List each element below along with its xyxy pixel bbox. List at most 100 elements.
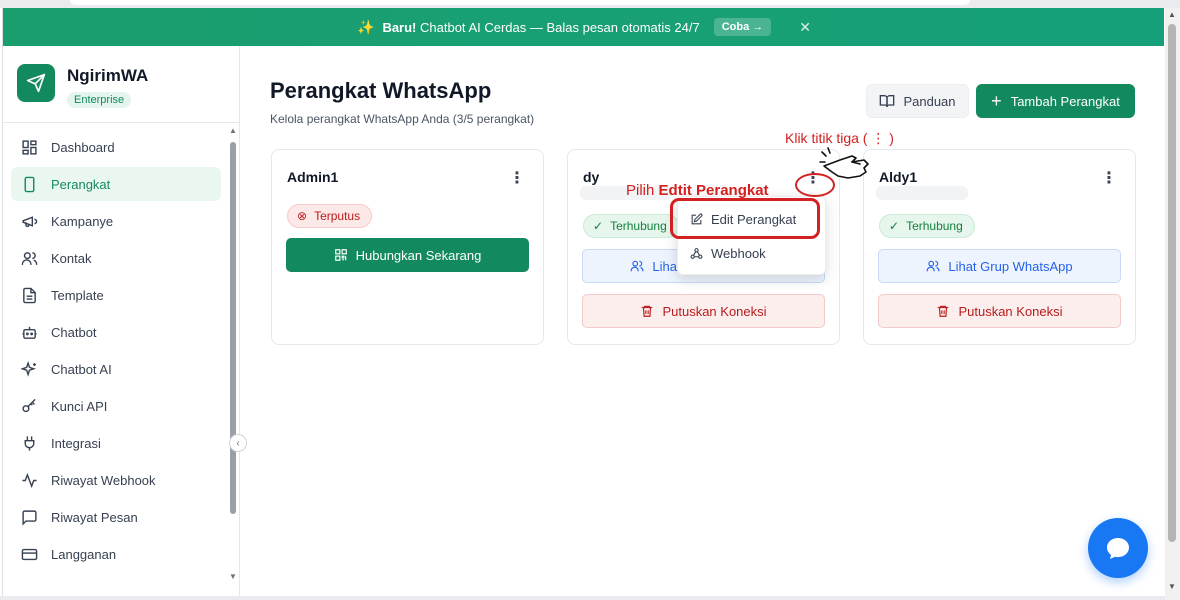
scroll-down-icon[interactable]: ▼: [229, 572, 237, 581]
menu-item-webhook[interactable]: Webhook: [678, 237, 827, 269]
trash-icon: [642, 305, 653, 317]
connect-now-label: Hubungkan Sekarang: [355, 247, 482, 263]
sparkles-icon: [21, 360, 36, 377]
kebab-menu-icon[interactable]: ⋮: [509, 168, 525, 188]
disconnect-button[interactable]: Putuskan Koneksi: [878, 294, 1121, 328]
message-square-icon: [22, 509, 37, 526]
sidebar-item-riwayat-pesan[interactable]: Riwayat Pesan: [11, 500, 221, 534]
brand-name: NgirimWA: [67, 66, 149, 85]
file-icon: [23, 287, 36, 303]
status-label: Terhubung: [906, 219, 963, 233]
sidebar-item-kampanye[interactable]: Kampanye: [11, 204, 221, 238]
sidebar-item-label: Dashboard: [51, 139, 115, 155]
sidebar-item-label: Riwayat Webhook: [51, 472, 156, 488]
add-device-label: Tambah Perangkat: [1010, 93, 1120, 109]
status-badge: ✓ Terhubung: [879, 214, 975, 238]
smartphone-icon: [24, 176, 35, 192]
device-name: Admin1: [287, 169, 339, 185]
device-name: Aldy1: [879, 169, 918, 185]
sidebar-item-riwayat-webhook[interactable]: Riwayat Webhook: [11, 463, 221, 497]
sidebar-item-chatbot[interactable]: Chatbot: [11, 315, 221, 349]
megaphone-icon: [22, 215, 38, 227]
annotation-pick-edit: Pilih Edtit Perangkat: [626, 182, 769, 199]
status-badge: ✓ Terhubung: [583, 214, 679, 238]
book-open-icon: [880, 95, 895, 108]
annotation-pick-bold: Edtit Perangkat: [658, 182, 769, 199]
check-circle-icon: ✓: [889, 219, 900, 233]
sidebar-item-template[interactable]: Template: [11, 278, 221, 312]
sidebar-item-integrasi[interactable]: Integrasi: [11, 426, 221, 460]
users-icon: [926, 260, 940, 272]
key-icon: [22, 398, 36, 412]
sidebar-item-label: Riwayat Pesan: [51, 509, 138, 525]
chat-bubble-icon: [1107, 538, 1129, 559]
sidebar-item-label: Kunci API: [51, 398, 108, 414]
annotation-pick-prefix: Pilih: [626, 182, 655, 199]
sidebar: NgirimWA Enterprise Dashboard Perangkat …: [3, 46, 247, 596]
sidebar-nav: Dashboard Perangkat Kampanye Kontak Temp…: [11, 130, 221, 574]
plus-icon: +: [991, 91, 1002, 111]
add-device-button[interactable]: + Tambah Perangkat: [976, 84, 1135, 118]
users-icon: [630, 260, 644, 272]
sidebar-item-kontak[interactable]: Kontak: [11, 241, 221, 275]
qr-code-icon: [334, 249, 347, 261]
brand[interactable]: NgirimWA Enterprise: [17, 64, 148, 108]
page-title: Perangkat WhatsApp: [270, 78, 492, 103]
device-number-blurred: [876, 186, 968, 200]
bot-icon: [22, 326, 37, 339]
announcement-banner: ✨ Baru! Chatbot AI Cerdas — Balas pesan …: [3, 8, 1164, 46]
disconnect-label: Putuskan Koneksi: [958, 303, 1063, 319]
sidebar-item-label: Kontak: [51, 250, 92, 266]
sidebar-item-label: Chatbot: [51, 324, 97, 340]
sidebar-item-dashboard[interactable]: Dashboard: [11, 130, 221, 164]
banner-close-icon[interactable]: ✕: [799, 19, 811, 36]
guide-button[interactable]: Panduan: [866, 84, 969, 118]
banner-text: Baru! Chatbot AI Cerdas — Balas pesan ot…: [382, 20, 699, 35]
credit-card-icon: [21, 548, 38, 560]
scroll-down-icon[interactable]: ▼: [1168, 582, 1176, 591]
sidebar-item-label: Chatbot AI: [51, 361, 112, 377]
plug-icon: [24, 435, 35, 451]
page-scrollbar[interactable]: ▲ ▼: [1165, 8, 1180, 600]
sparkle-icon: ✨: [357, 18, 375, 35]
grid-icon: [22, 139, 37, 155]
guide-button-label: Panduan: [903, 93, 956, 109]
sidebar-item-chatbot-ai[interactable]: Chatbot AI: [11, 352, 221, 386]
sidebar-item-label: Langganan: [51, 546, 117, 562]
banner-try-button[interactable]: Coba →: [713, 18, 772, 36]
main-content: Perangkat WhatsApp Kelola perangkat What…: [240, 46, 1164, 596]
device-name: dy: [583, 169, 600, 185]
page-subtitle: Kelola perangkat WhatsApp Anda (3/5 pera…: [270, 112, 535, 126]
sidebar-item-label: Kampanye: [51, 213, 114, 229]
chat-widget-button[interactable]: [1088, 518, 1148, 578]
view-groups-button[interactable]: Lihat Grup WhatsApp: [878, 249, 1121, 283]
sidebar-item-perangkat[interactable]: Perangkat: [11, 167, 221, 201]
users-icon: [21, 251, 38, 265]
sidebar-item-label: Integrasi: [51, 435, 101, 451]
scroll-up-icon[interactable]: ▲: [1168, 10, 1176, 19]
device-card-aldy1: Aldy1 ⋮ ✓ Terhubung Lihat Grup WhatsApp …: [863, 149, 1136, 345]
disconnect-button[interactable]: Putuskan Koneksi: [582, 294, 825, 328]
status-label: Terhubung: [610, 219, 667, 233]
status-label: Terputus: [314, 209, 361, 223]
scroll-up-icon[interactable]: ▲: [229, 126, 237, 135]
status-badge: ⊗ Terputus: [287, 204, 373, 228]
menu-item-label: Webhook: [711, 245, 766, 261]
plan-badge: Enterprise: [67, 92, 132, 108]
sidebar-scrollbar[interactable]: ▲ ▼: [229, 126, 237, 586]
annotation-highlight-box: [670, 198, 820, 239]
x-circle-icon: ⊗: [297, 209, 308, 223]
trash-icon: [938, 305, 949, 317]
browser-top-edge: [0, 0, 1180, 8]
sidebar-scroll-thumb[interactable]: [230, 142, 236, 514]
disconnect-label: Putuskan Koneksi: [662, 303, 767, 319]
sidebar-item-langganan[interactable]: Langganan: [11, 537, 221, 571]
page-scroll-thumb[interactable]: [1168, 24, 1176, 542]
app-page: ✨ Baru! Chatbot AI Cerdas — Balas pesan …: [2, 8, 1164, 596]
sidebar-item-kunci-api[interactable]: Kunci API: [11, 389, 221, 423]
connect-now-button[interactable]: Hubungkan Sekarang: [286, 238, 529, 272]
kebab-menu-icon[interactable]: ⋮: [1101, 168, 1117, 188]
address-bar-edge: [70, 0, 970, 5]
sidebar-item-label: Perangkat: [51, 176, 111, 192]
check-circle-icon: ✓: [593, 219, 604, 233]
